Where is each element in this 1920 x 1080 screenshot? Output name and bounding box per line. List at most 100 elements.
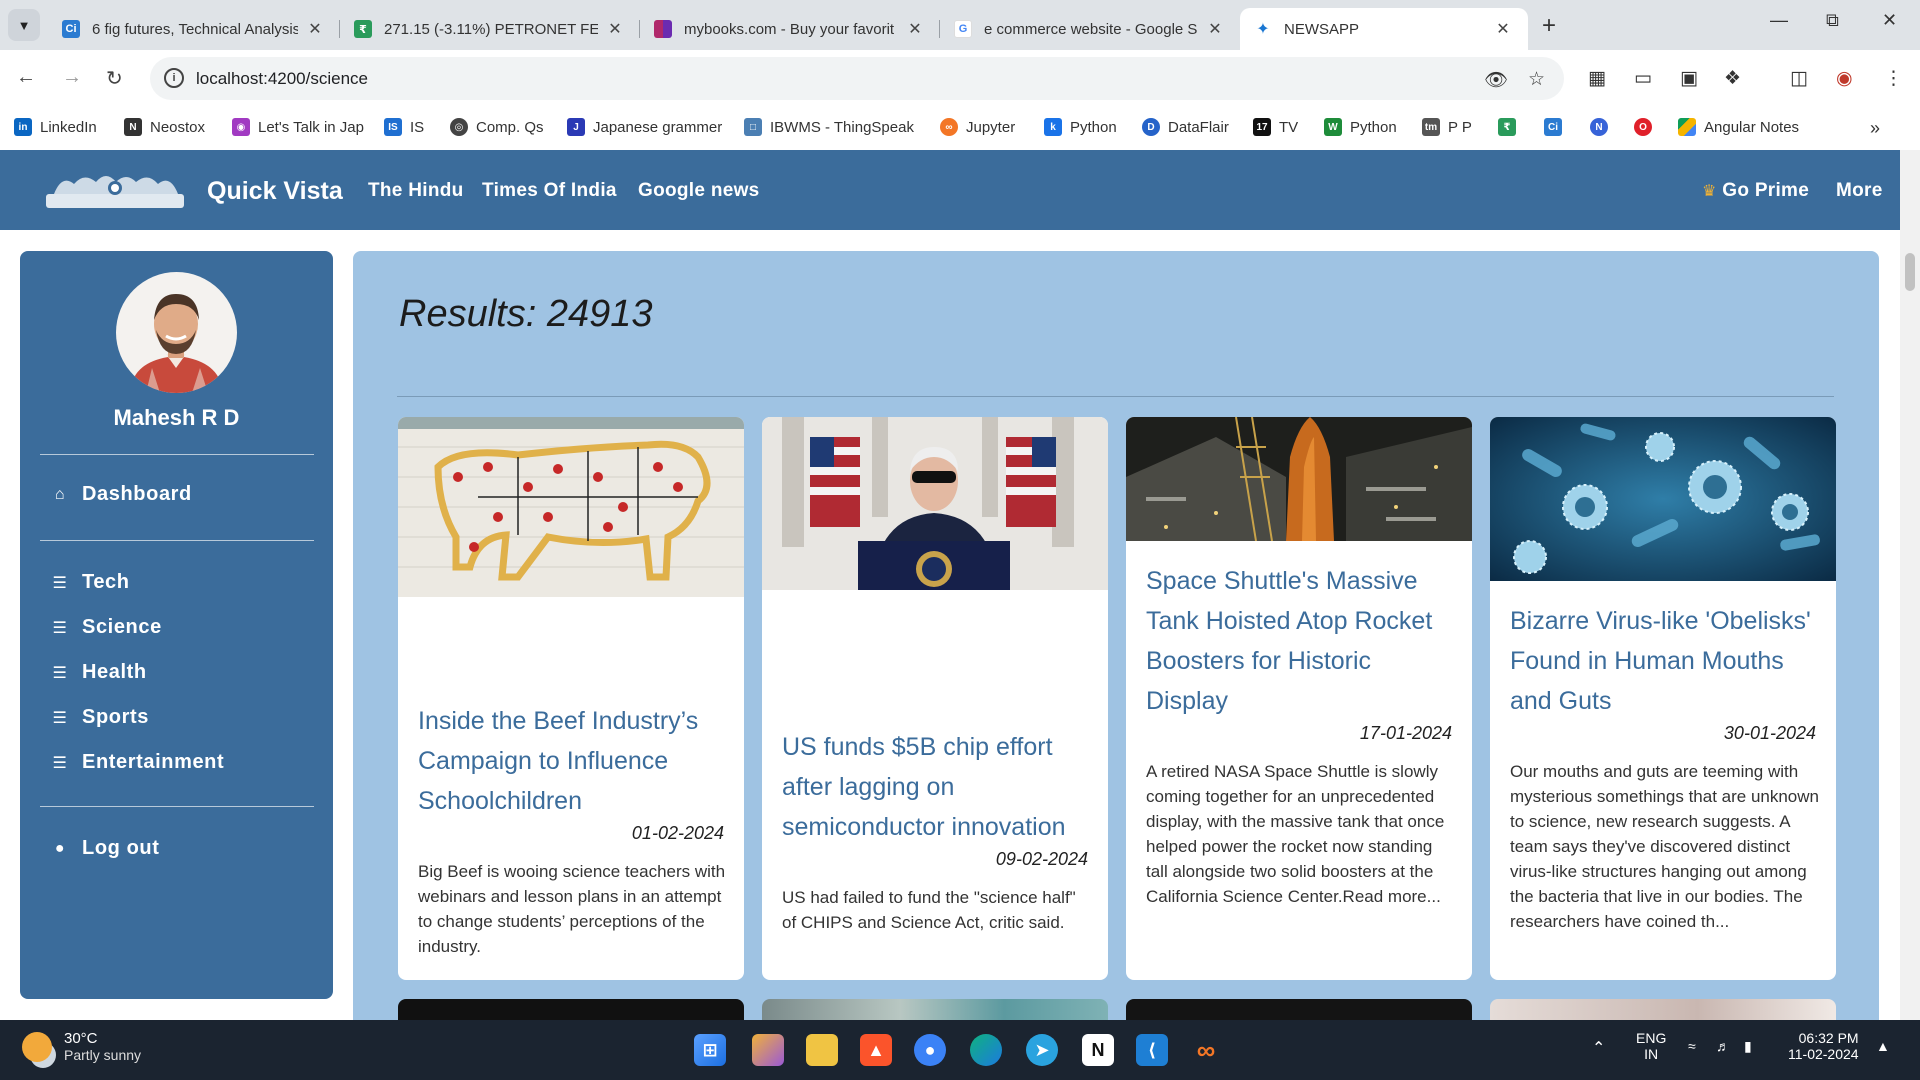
bookmark-item[interactable]: ◉ Let's Talk in Jap: [232, 118, 364, 136]
battery-icon[interactable]: ▮: [1744, 1038, 1752, 1055]
bookmark-item[interactable]: W Python: [1324, 118, 1397, 136]
news-card[interactable]: [1126, 999, 1472, 1020]
vscode-icon[interactable]: ⟨: [1136, 1034, 1168, 1066]
profile-avatar-icon[interactable]: ◉: [1836, 67, 1853, 90]
news-card[interactable]: Space Shuttle's Massive Tank Hoisted Ato…: [1126, 417, 1472, 980]
back-button[interactable]: ←: [16, 66, 36, 89]
bookmark-item[interactable]: D DataFlair: [1142, 118, 1229, 136]
news-card[interactable]: Bizarre Virus-like 'Obelisks' Found in H…: [1490, 417, 1836, 980]
news-card[interactable]: [1490, 999, 1836, 1020]
brave-icon[interactable]: ▲: [860, 1034, 892, 1066]
weather-widget[interactable]: 30°C Partly sunny: [22, 1030, 141, 1063]
avatar[interactable]: [116, 272, 237, 393]
bookmark-item[interactable]: ◎ Comp. Qs: [450, 118, 544, 136]
bookmark-item[interactable]: J Japanese grammer: [567, 118, 722, 136]
nav-link-the-hindu[interactable]: The Hindu: [368, 180, 464, 202]
extensions-puzzle-icon[interactable]: ❖: [1724, 67, 1741, 90]
minimize-button[interactable]: —: [1770, 10, 1788, 31]
bookmark-item[interactable]: k Python: [1044, 118, 1117, 136]
go-prime-link[interactable]: ♛ Go Prime: [1702, 180, 1809, 202]
extension-badge-icon[interactable]: ▣: [1680, 67, 1698, 90]
press-podium-image[interactable]: [762, 417, 1108, 590]
bookmark-item[interactable]: tm P P: [1422, 118, 1472, 136]
bookmarks-overflow-icon[interactable]: »: [1870, 118, 1880, 139]
news-card[interactable]: [398, 999, 744, 1020]
address-bar[interactable]: i localhost:4200/science 👁 ☆: [150, 57, 1564, 100]
bookmark-item[interactable]: Ci: [1544, 118, 1570, 136]
url-text[interactable]: localhost:4200/science: [196, 69, 368, 89]
chrome-icon[interactable]: ●: [914, 1034, 946, 1066]
emblem-logo-icon[interactable]: [44, 170, 186, 212]
sidebar-item-dashboard[interactable]: ⌂ Dashboard: [50, 483, 192, 506]
sidebar-item-sports[interactable]: ☰ Sports: [50, 706, 149, 729]
close-icon[interactable]: ✕: [904, 19, 926, 39]
clock[interactable]: 06:32 PM 11-02-2024: [1788, 1030, 1859, 1062]
reload-button[interactable]: ↻: [106, 66, 123, 91]
chevron-up-icon[interactable]: ⌃: [1592, 1038, 1605, 1058]
brand-name[interactable]: Quick Vista: [207, 177, 343, 206]
telegram-icon[interactable]: ➤: [1026, 1034, 1058, 1066]
site-info-icon[interactable]: i: [164, 68, 184, 88]
sidebar-item-entertainment[interactable]: ☰ Entertainment: [50, 751, 224, 774]
side-panel-icon[interactable]: ◫: [1790, 67, 1808, 90]
bookmark-item[interactable]: Angular Notes: [1678, 118, 1799, 136]
space-shuttle-tank-image[interactable]: [1126, 417, 1472, 541]
browser-tab-3[interactable]: mybooks.com - Buy your favorit ✕: [640, 8, 940, 50]
jupyter-taskbar-icon[interactable]: ∞: [1190, 1034, 1222, 1066]
browser-tab-1[interactable]: Ci 6 fig futures, Technical Analysis ✕: [48, 8, 340, 50]
bookmark-item[interactable]: N Neostox: [124, 118, 205, 136]
sidebar-item-tech[interactable]: ☰ Tech: [50, 571, 130, 594]
beef-diagram-image[interactable]: [398, 417, 744, 597]
cast-icon[interactable]: ▭: [1634, 67, 1652, 90]
page-scrollbar[interactable]: [1900, 150, 1920, 1020]
language-indicator[interactable]: ENG IN: [1636, 1030, 1666, 1062]
start-windows-icon[interactable]: ⊞: [694, 1034, 726, 1066]
bookmark-item[interactable]: O: [1634, 118, 1660, 136]
close-window-button[interactable]: ✕: [1882, 10, 1897, 31]
bookmark-item[interactable]: N: [1590, 118, 1616, 136]
edge-icon[interactable]: [970, 1034, 1002, 1066]
notion-icon[interactable]: N: [1082, 1034, 1114, 1066]
article-title[interactable]: Space Shuttle's Massive Tank Hoisted Ato…: [1146, 561, 1456, 721]
article-title[interactable]: Bizarre Virus-like 'Obelisks' Found in H…: [1510, 601, 1820, 721]
close-icon[interactable]: ✕: [1204, 19, 1226, 39]
browser-menu-icon[interactable]: ⋮: [1884, 67, 1903, 90]
bookmark-item[interactable]: IS IS: [384, 118, 424, 136]
article-title[interactable]: US funds $5B chip effort after lagging o…: [782, 727, 1092, 847]
news-card[interactable]: Inside the Beef Industry’s Campaign to I…: [398, 417, 744, 980]
new-tab-button[interactable]: +: [1542, 12, 1556, 40]
widgets-icon[interactable]: [752, 1034, 784, 1066]
bookmark-item[interactable]: 17 TV: [1253, 118, 1298, 136]
sidebar-item-health[interactable]: ☰ Health: [50, 661, 147, 684]
scrollbar-thumb[interactable]: [1905, 253, 1915, 291]
nav-link-google-news[interactable]: Google news: [638, 180, 760, 202]
bookmark-item[interactable]: □ IBWMS - ThingSpeak: [744, 118, 914, 136]
restore-button[interactable]: ⧉: [1826, 10, 1839, 31]
sidebar-item-logout[interactable]: ● Log out: [50, 837, 160, 860]
sidebar-item-science[interactable]: ☰ Science: [50, 616, 162, 639]
browser-tab-4[interactable]: G e commerce website - Google S ✕: [940, 8, 1240, 50]
more-link[interactable]: More: [1836, 180, 1883, 202]
notification-bell-icon[interactable]: ▲: [1876, 1038, 1890, 1054]
browser-tab-2[interactable]: ₹ 271.15 (-3.11%) PETRONET FEB ✕: [340, 8, 640, 50]
forward-button[interactable]: →: [62, 66, 82, 89]
close-icon[interactable]: ✕: [304, 19, 326, 39]
bookmark-star-icon[interactable]: ☆: [1528, 68, 1545, 91]
volume-icon[interactable]: ♬: [1716, 1038, 1730, 1054]
virus-illustration-image[interactable]: [1490, 417, 1836, 581]
article-title[interactable]: Inside the Beef Industry’s Campaign to I…: [418, 701, 728, 821]
eye-off-icon[interactable]: 👁: [1484, 68, 1508, 92]
news-card[interactable]: US funds $5B chip effort after lagging o…: [762, 417, 1108, 980]
apps-grid-icon[interactable]: ▦: [1588, 67, 1606, 90]
bookmark-item[interactable]: in LinkedIn: [14, 118, 97, 136]
news-card[interactable]: [762, 999, 1108, 1020]
nav-link-times-of-india[interactable]: Times Of India: [482, 180, 617, 202]
browser-tab-5-active[interactable]: ✦ NEWSAPP ✕: [1240, 8, 1528, 50]
tab-search-dropdown[interactable]: ▼: [8, 9, 40, 41]
close-icon[interactable]: ✕: [1492, 19, 1514, 39]
bookmark-item[interactable]: ∞ Jupyter: [940, 118, 1015, 136]
file-explorer-icon[interactable]: [806, 1034, 838, 1066]
wifi-icon[interactable]: ≈: [1688, 1038, 1696, 1054]
close-icon[interactable]: ✕: [604, 19, 626, 39]
bookmark-item[interactable]: ₹: [1498, 118, 1524, 136]
